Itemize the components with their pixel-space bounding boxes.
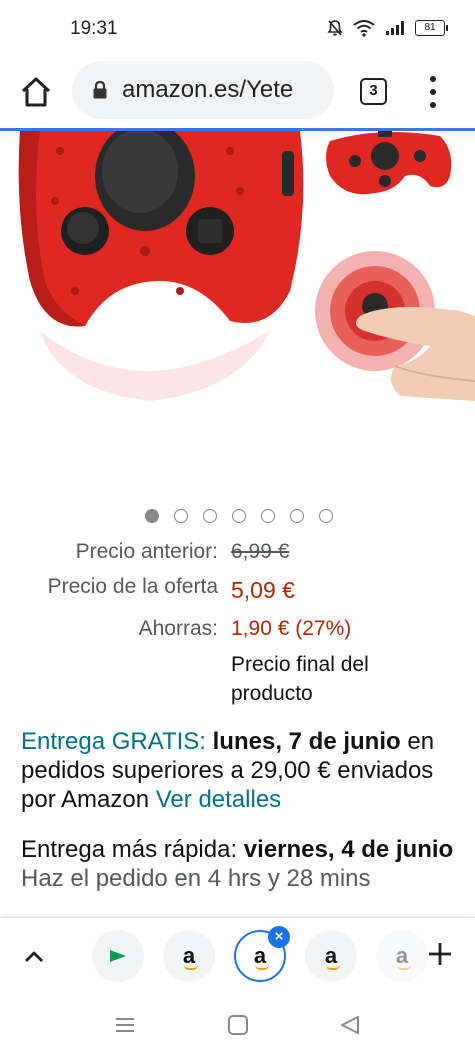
amazon-logo-icon: a [396,945,411,970]
carousel-dot[interactable] [290,509,304,523]
tab-switcher-button[interactable]: 3 [360,78,387,105]
overflow-menu-icon[interactable] [423,76,443,108]
savings-value: 1,90 € (27%) [231,617,352,640]
amazon-logo-icon: a [325,945,340,970]
tab-strip: a a × a a [0,917,475,995]
tab-amazon[interactable]: a [163,930,215,982]
signal-icon [386,21,404,35]
image-carousel-dots [145,509,333,523]
previous-price-value: 6,99 € [231,540,290,563]
amazon-logo-icon: a [183,945,198,970]
status-bar: 19:31 81 [0,0,475,58]
carousel-dot[interactable] [174,509,188,523]
tab-play-store[interactable] [92,930,144,982]
final-price-note: Precio final del producto [231,653,369,705]
status-icons: 81 [327,19,448,37]
url-bar[interactable]: amazon.es/Yete [72,61,334,119]
battery-icon: 81 [415,20,448,36]
home-icon[interactable] [18,74,54,110]
offer-price-value: 5,09 € [231,577,295,603]
savings-label: Ahorras: [138,617,218,640]
lock-icon [93,80,107,99]
menu-icon[interactable] [113,1013,137,1037]
chevron-up-icon[interactable] [22,946,46,966]
back-triangle-icon[interactable] [338,1013,362,1037]
carousel-dot[interactable] [203,509,217,523]
url-text: amazon.es/Yete [122,76,294,103]
order-countdown: Haz el pedido en 4 hrs y 28 mins [21,865,371,892]
free-delivery-date: lunes, 7 de junio [212,728,401,755]
play-icon [110,950,126,962]
fast-delivery-info: Entrega más rápida: viernes, 4 de junio … [21,835,461,893]
bell-off-icon [327,20,343,36]
fast-delivery-label: Entrega más rápida: [21,836,238,863]
wifi-icon [353,20,375,37]
carousel-dot[interactable] [319,509,333,523]
browser-toolbar: amazon.es/Yete 3 [0,58,475,128]
tab-amazon[interactable]: a [305,930,357,982]
free-delivery-info: Entrega GRATIS: lunes, 7 de junio en ped… [21,727,461,814]
carousel-dot[interactable] [145,509,159,523]
status-time: 19:31 [70,18,118,39]
carousel-dot[interactable] [232,509,246,523]
home-square-icon[interactable] [226,1013,250,1037]
free-delivery-label: Entrega GRATIS: [21,728,206,755]
see-details-link[interactable]: Ver detalles [156,786,281,813]
tab-amazon[interactable]: a [376,930,428,982]
previous-price-label: Precio anterior: [75,540,218,563]
fidget-spinner-photo [18,131,475,401]
product-image[interactable] [0,131,475,501]
fast-delivery-date: viernes, 4 de junio [243,836,454,863]
offer-price-label: Precio de la oferta [47,575,218,598]
close-tab-icon[interactable]: × [268,926,290,948]
new-tab-plus-icon[interactable] [426,940,454,968]
tab-amazon-selected[interactable]: a × [234,926,290,982]
carousel-dot[interactable] [261,509,275,523]
system-navigation-bar [0,995,475,1056]
amazon-logo-icon: a [254,945,269,970]
